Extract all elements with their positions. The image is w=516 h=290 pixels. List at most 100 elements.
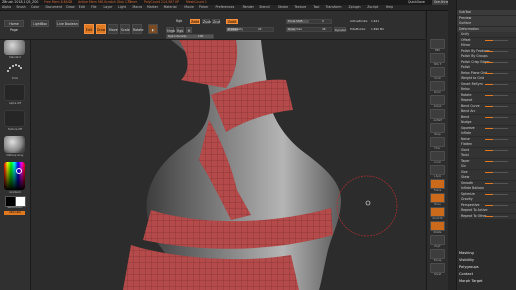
menu-edit[interactable]: Edit	[79, 5, 85, 10]
tray-item-smart-resym[interactable]: Smart ReSym	[459, 81, 516, 87]
rotate-icon[interactable]	[430, 221, 445, 231]
tray-item-repeat[interactable]: Repeat	[459, 98, 516, 103]
zadd-button[interactable]: Zadd	[190, 19, 200, 24]
tray-scroll-strip[interactable]	[448, 0, 457, 290]
tray-slider-track[interactable]	[485, 193, 508, 195]
tray-item-repeat-to-active[interactable]: Repeat To Active	[459, 208, 516, 213]
menu-texture[interactable]: Texture	[295, 5, 307, 10]
tray-item-offset[interactable]: Offset	[459, 37, 516, 43]
lightbox-button[interactable]: LightBox	[31, 20, 49, 27]
tray-slider-track[interactable]	[485, 116, 508, 118]
tray-slider-track[interactable]	[485, 127, 508, 129]
tray-item-mirror[interactable]: Mirror	[459, 43, 516, 48]
sphere-brush-icon[interactable]: ◐	[148, 24, 158, 34]
tray-slider-track[interactable]	[485, 182, 508, 184]
tray-item-deformation[interactable]: Deformation	[457, 26, 516, 32]
tray-item-preview[interactable]: Preview	[457, 15, 516, 21]
home-page-button[interactable]: Home Page	[4, 20, 24, 32]
tray-item-gravity[interactable]: Gravity	[459, 197, 516, 202]
tray-item-noise[interactable]: Noise	[459, 136, 516, 142]
dynamic-button[interactable]: Dynamic	[334, 27, 346, 32]
scale-button[interactable]: Scale	[120, 24, 130, 34]
menu-alpha[interactable]: Alpha	[2, 5, 11, 10]
scroll-icon[interactable]	[430, 67, 445, 77]
tray-item-skew[interactable]: Skew	[459, 175, 516, 180]
menu-preferences[interactable]: Preferences	[216, 5, 235, 10]
tray-menu-visibility[interactable]: Visibility	[457, 257, 516, 264]
mrgb-button[interactable]: Mrgb	[166, 27, 175, 33]
menu-marker[interactable]: Marker	[147, 5, 158, 10]
tray-item-surface[interactable]: Surface	[457, 21, 516, 26]
menu-macro[interactable]: Macro	[133, 5, 143, 10]
tray-item-spherize[interactable]: Spherize	[459, 191, 516, 197]
tray-menu-polygroups[interactable]: Polygroups	[457, 264, 516, 271]
tray-slider-track[interactable]	[485, 160, 508, 162]
ghost-icon[interactable]	[430, 263, 445, 273]
aahalf-icon[interactable]	[430, 109, 445, 119]
m-button[interactable]: M	[186, 27, 192, 33]
move-button[interactable]: Move	[108, 24, 118, 34]
transp-icon[interactable]	[430, 249, 445, 259]
rotate-button[interactable]: Rotate	[132, 24, 143, 34]
tray-item-taper[interactable]: Taper	[459, 158, 516, 164]
spix-3-icon[interactable]	[430, 53, 445, 63]
tray-slider-track[interactable]	[485, 105, 508, 107]
menu-layer[interactable]: Layer	[104, 5, 113, 10]
menu-movie[interactable]: Movie	[184, 5, 193, 10]
alpha-thumbnail[interactable]	[4, 84, 25, 101]
tray-item-bend[interactable]: Bend	[459, 114, 516, 120]
edit-button[interactable]: Edit	[84, 24, 94, 34]
tray-item-nudge[interactable]: Nudge	[459, 120, 516, 125]
zsub-button[interactable]: Zsub	[202, 19, 211, 24]
menu-brush[interactable]: Brush	[17, 5, 26, 10]
brush-thumbnail[interactable]	[4, 40, 25, 55]
rgb-button[interactable]: Rgb	[176, 27, 184, 33]
tray-slider-track[interactable]	[485, 138, 508, 140]
color-picker-cursor[interactable]	[16, 168, 22, 174]
tray-item-perspective[interactable]: Perspective	[459, 202, 516, 208]
zcut-button[interactable]: Zcut	[212, 19, 220, 24]
menu-zscript[interactable]: Zscript	[367, 5, 378, 10]
switch-color-label[interactable]: SwitchColor	[1, 206, 29, 209]
tray-item-relax-plane-grid[interactable]: Relax Plane Grid	[459, 70, 516, 76]
tray-item-polish[interactable]: Polish	[459, 65, 516, 70]
floor-icon[interactable]	[430, 137, 445, 147]
move-icon[interactable]	[430, 193, 445, 203]
tray-item-smooth[interactable]: Smooth	[459, 180, 516, 186]
bpr-icon[interactable]	[430, 39, 445, 49]
viewport-canvas[interactable]	[31, 40, 425, 290]
live-boolean-button[interactable]: Live Boolean	[56, 20, 79, 27]
tray-menu-morph-target[interactable]: Morph Target	[457, 278, 516, 285]
zoom3d-icon[interactable]	[430, 207, 445, 217]
menu-transform[interactable]: Transform	[326, 5, 342, 10]
zoom-icon[interactable]	[430, 81, 445, 91]
tray-item-subtool[interactable]: SubTool	[457, 10, 516, 15]
menu-stroke[interactable]: Stroke	[278, 5, 288, 10]
menu-material[interactable]: Material	[164, 5, 177, 10]
menu-tool[interactable]: Tool	[313, 5, 319, 10]
tray-slider-track[interactable]	[485, 72, 508, 74]
tray-item-polish-by-groups[interactable]: Polish By Groups	[459, 54, 516, 59]
tray-slider-track[interactable]	[485, 50, 508, 52]
tray-item-bend-arc[interactable]: Bend Arc	[459, 109, 516, 114]
tray-item-bend-curve[interactable]: Bend Curve	[459, 103, 516, 109]
tray-slider-track[interactable]	[485, 171, 508, 173]
tray-item-flatten[interactable]: Flatten	[459, 142, 516, 147]
menu-render[interactable]: Render	[243, 5, 254, 10]
menu-color[interactable]: Color	[31, 5, 39, 10]
tray-item-repeat-to-other[interactable]: Repeat To Other	[459, 213, 516, 219]
menu-file[interactable]: File	[91, 5, 96, 10]
tray-item-sin[interactable]: Sin	[459, 164, 516, 169]
persp-icon[interactable]	[430, 123, 445, 133]
menu-document[interactable]: Document	[46, 5, 63, 10]
tray-slider-track[interactable]	[485, 215, 508, 217]
tray-slider-track[interactable]	[485, 39, 508, 41]
menu-zplugin[interactable]: Zplugin	[349, 5, 361, 10]
frame-icon[interactable]	[430, 179, 445, 189]
tray-slider-track[interactable]	[485, 204, 508, 206]
draw-button[interactable]: Draw	[96, 24, 106, 34]
menu-draw[interactable]: Draw	[66, 5, 74, 10]
tray-slider-track[interactable]	[485, 149, 508, 151]
tray-item-polish-crisp-edges[interactable]: Polish Crisp Edges	[459, 59, 516, 65]
tray-item-slant[interactable]: Slant	[459, 147, 516, 153]
